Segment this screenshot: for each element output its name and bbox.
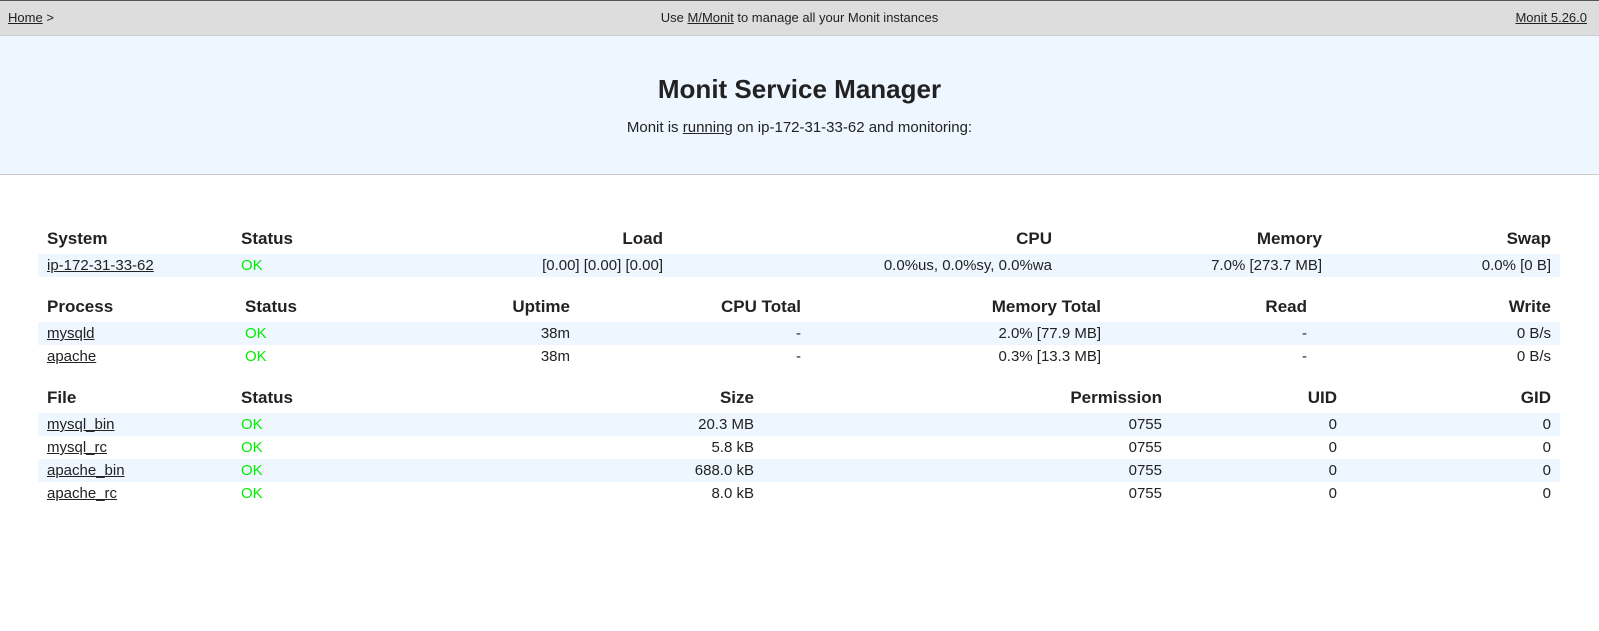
status-badge: OK [241,439,263,456]
size-value: 688.0 kB [372,459,763,482]
col-system: System [47,229,108,248]
file-name-link[interactable]: apache_rc [47,485,117,502]
permission-value: 0755 [1128,439,1162,456]
process-header-row: Process Status Uptime CPU Total Memory T… [38,291,1560,322]
status-badge: OK [232,459,372,482]
process-table: Process Status Uptime CPU Total Memory T… [38,291,1560,368]
uptime-value: 38m [376,322,579,345]
size-value: 20.3 MB [372,413,763,436]
read-value: - [1302,348,1307,365]
col-memory-total: Memory Total [991,297,1101,316]
read-value: - [1110,322,1316,345]
col-file: File [47,388,77,407]
table-row: mysqld OK 38m - 2.0% [77.9 MB] - 0 B/s [38,322,1560,345]
col-swap: Swap [1506,229,1551,248]
cpu-total-value: - [579,322,810,345]
load-value: [0.00] [0.00] [0.00] [372,254,672,277]
monit-status-line: Monit is running on ip-172-31-33-62 and … [0,118,1599,138]
mmonit-notice-prefix: Use [660,10,688,25]
swap-value: 0.0% [0 B] [1331,254,1560,277]
table-row: apache_bin OK 688.0 kB 0755 0 0 [38,459,1560,482]
size-value: 8.0 kB [711,485,754,502]
process-name-link[interactable]: apache [47,348,96,365]
mmonit-notice: Use M/Monit to manage all your Monit ins… [0,1,1599,35]
memory-total-value: 0.3% [13.3 MB] [998,348,1101,365]
uptime-value: 38m [540,348,570,365]
table-row: apache_rc OK 8.0 kB 0755 0 0 [38,482,1560,505]
process-name-link[interactable]: mysqld [47,325,95,342]
status-badge: OK [232,254,372,277]
page-title: Monit Service Manager [657,74,942,104]
system-name-link[interactable]: ip-172-31-33-62 [47,257,154,274]
size-value: 5.8 kB [711,439,754,456]
top-bar: Home > Use M/Monit to manage all your Mo… [0,0,1599,36]
table-row: ip-172-31-33-62 OK [0.00] [0.00] [0.00] … [38,254,1560,277]
status-badge: OK [245,348,267,365]
gid-value: 0 [1346,413,1560,436]
col-status: Status [245,297,297,316]
status-badge: OK [232,413,372,436]
gid-value: 0 [1346,459,1560,482]
col-load: Load [622,229,663,248]
col-process: Process [47,297,114,316]
file-name-link[interactable]: apache_bin [47,462,125,479]
main-content: System Status Load CPU Memory Swap ip-17… [0,175,1599,505]
page-header: Monit Service Manager Monit is running o… [0,36,1599,175]
cpu-value: 0.0%us, 0.0%sy, 0.0%wa [672,254,1061,277]
table-row: mysql_bin OK 20.3 MB 0755 0 0 [38,413,1560,436]
col-gid: GID [1520,388,1551,407]
file-name-link[interactable]: mysql_rc [47,439,107,456]
system-header-row: System Status Load CPU Memory Swap [38,223,1560,254]
version-link[interactable]: Monit 5.26.0 [1515,10,1587,25]
permission-value: 0755 [763,413,1171,436]
col-permission: Permission [1070,388,1162,407]
status-line-prefix: Monit is [626,119,683,136]
mmonit-link[interactable]: M/Monit [688,10,734,25]
uid-value: 0 [1171,413,1346,436]
uid-value: 0 [1171,459,1346,482]
system-table: System Status Load CPU Memory Swap ip-17… [38,223,1560,277]
table-row: apache OK 38m - 0.3% [13.3 MB] - 0 B/s [38,345,1560,368]
col-cpu: CPU [1016,229,1052,248]
cpu-total-value: - [796,348,801,365]
gid-value: 0 [1542,439,1551,456]
col-cpu-total: CPU Total [721,297,801,316]
col-read: Read [1265,297,1307,316]
status-badge: OK [236,322,376,345]
file-name-link[interactable]: mysql_bin [47,416,115,433]
running-link[interactable]: running [683,119,733,136]
table-row: mysql_rc OK 5.8 kB 0755 0 0 [38,436,1560,459]
permission-value: 0755 [1128,485,1162,502]
status-badge: OK [241,485,263,502]
col-status: Status [241,388,293,407]
file-header-row: File Status Size Permission UID GID [38,382,1560,413]
write-value: 0 B/s [1316,322,1560,345]
uid-value: 0 [1328,439,1337,456]
uid-value: 0 [1328,485,1337,502]
col-uptime: Uptime [512,297,570,316]
memory-value: 7.0% [273.7 MB] [1061,254,1331,277]
file-table: File Status Size Permission UID GID mysq… [38,382,1560,505]
memory-total-value: 2.0% [77.9 MB] [810,322,1110,345]
col-status: Status [241,229,293,248]
mmonit-notice-suffix: to manage all your Monit instances [733,10,939,25]
permission-value: 0755 [763,459,1171,482]
col-size: Size [719,388,754,407]
col-uid: UID [1307,388,1337,407]
gid-value: 0 [1542,485,1551,502]
status-line-suffix: on ip-172-31-33-62 and monitoring: [732,119,973,136]
col-memory: Memory [1256,229,1322,248]
col-write: Write [1508,297,1551,316]
write-value: 0 B/s [1516,348,1551,365]
